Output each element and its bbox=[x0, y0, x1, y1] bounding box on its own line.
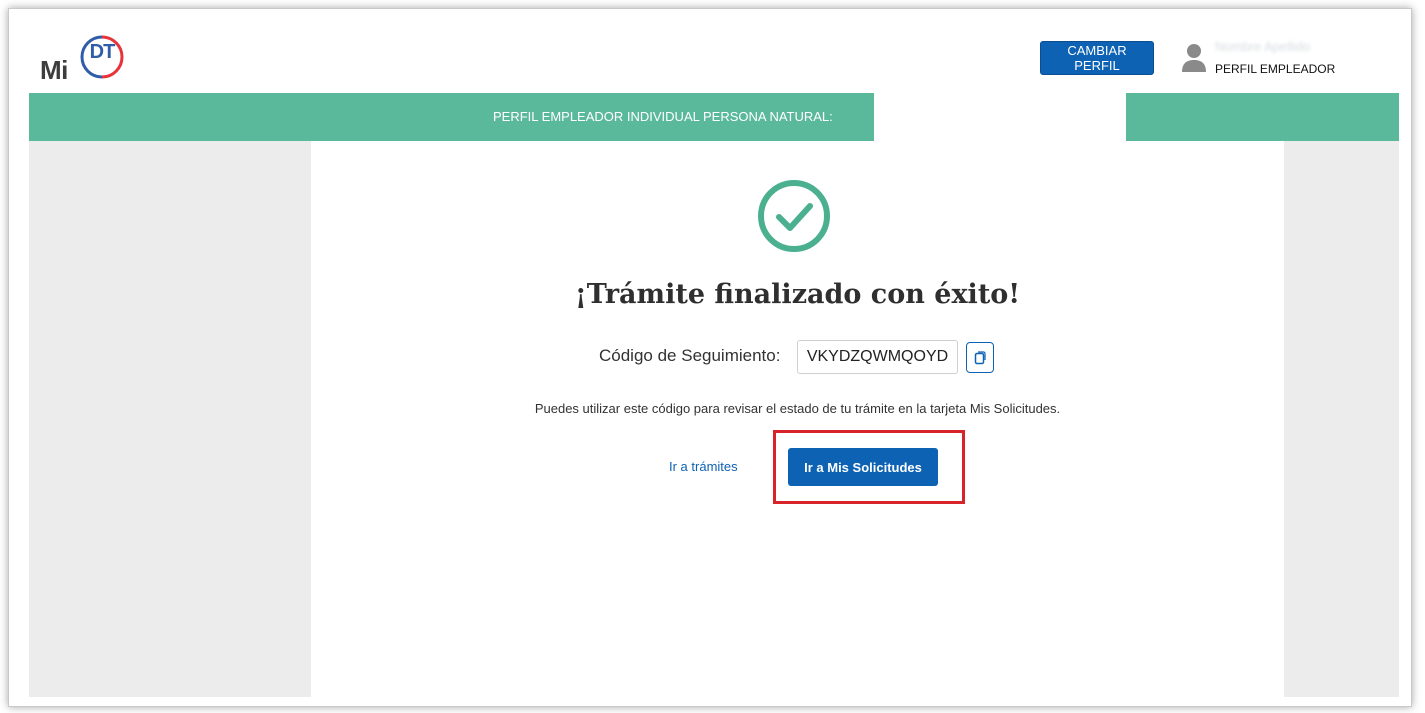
user-name: Nombre Apellido bbox=[1215, 39, 1311, 54]
profile-banner: PERFIL EMPLEADOR INDIVIDUAL PERSONA NATU… bbox=[29, 93, 1399, 141]
tracking-code-description: Puedes utilizar este código para revisar… bbox=[534, 401, 1061, 416]
mi-dt-logo[interactable]: Mi DT bbox=[37, 33, 157, 85]
tracking-code-field[interactable]: VKYDZQWMQOYD bbox=[797, 340, 958, 374]
logo-mi-text: Mi bbox=[40, 55, 68, 85]
tracking-code-label: Código de Seguimiento: bbox=[599, 346, 781, 365]
copy-icon bbox=[974, 350, 986, 364]
copy-code-button[interactable] bbox=[966, 342, 994, 373]
tracking-code-value: VKYDZQWMQOYD bbox=[806, 348, 949, 365]
user-profile-label: PERFIL EMPLEADOR bbox=[1215, 62, 1336, 76]
change-profile-button[interactable]: CAMBIAR PERFIL bbox=[1040, 41, 1154, 75]
check-circle-icon bbox=[758, 180, 830, 252]
highlight-box bbox=[773, 430, 965, 504]
logo-dt-text: DT bbox=[89, 41, 116, 63]
success-title: ¡Trámite finalizado con éxito! bbox=[574, 279, 1021, 310]
app-window: Mi DT CAMBIAR PERFIL Nombre Apellido PER… bbox=[8, 8, 1412, 707]
go-to-tramites-link[interactable]: Ir a trámites bbox=[669, 459, 738, 474]
user-icon[interactable] bbox=[1181, 43, 1207, 73]
banner-profile-text: PERFIL EMPLEADOR INDIVIDUAL PERSONA NATU… bbox=[493, 109, 833, 124]
redacted-profile-name bbox=[874, 93, 1126, 141]
